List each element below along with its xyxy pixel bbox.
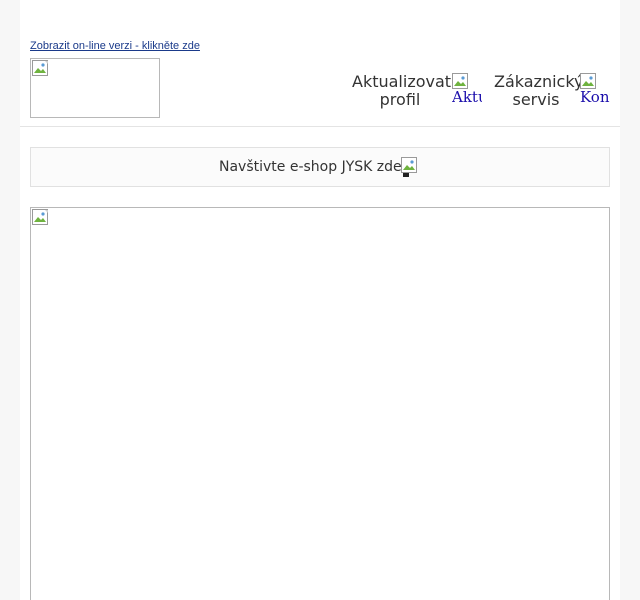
- eshop-banner-label: Navštivte e-shop JYSK zde: [219, 159, 402, 175]
- update-profile-image[interactable]: Aktu: [452, 73, 482, 107]
- broken-image-icon: [452, 73, 468, 89]
- email-page: Zobrazit on-line verzi - klikněte zde Ak…: [20, 0, 620, 600]
- customer-service-link[interactable]: Zákaznický servis: [494, 73, 584, 109]
- eshop-banner-image: [401, 157, 419, 177]
- customer-service-image[interactable]: Kont: [580, 73, 610, 107]
- broken-image-icon: [580, 73, 596, 89]
- customer-service-image-alt: Kont: [580, 88, 610, 106]
- update-profile-link[interactable]: Aktualizovat profil: [352, 73, 451, 109]
- broken-image-icon: [32, 60, 48, 76]
- broken-image-icon: [32, 209, 48, 225]
- broken-image-icon: [401, 157, 417, 173]
- eshop-banner-image-alt: [403, 173, 409, 177]
- view-online-link[interactable]: Zobrazit on-line verzi - klikněte zde: [30, 40, 200, 52]
- eshop-banner[interactable]: Navštivte e-shop JYSK zde: [30, 147, 610, 187]
- hero-image[interactable]: [30, 207, 610, 600]
- header-divider: [20, 126, 620, 127]
- logo-image[interactable]: [30, 58, 160, 118]
- update-profile-image-alt: Aktu: [452, 88, 482, 106]
